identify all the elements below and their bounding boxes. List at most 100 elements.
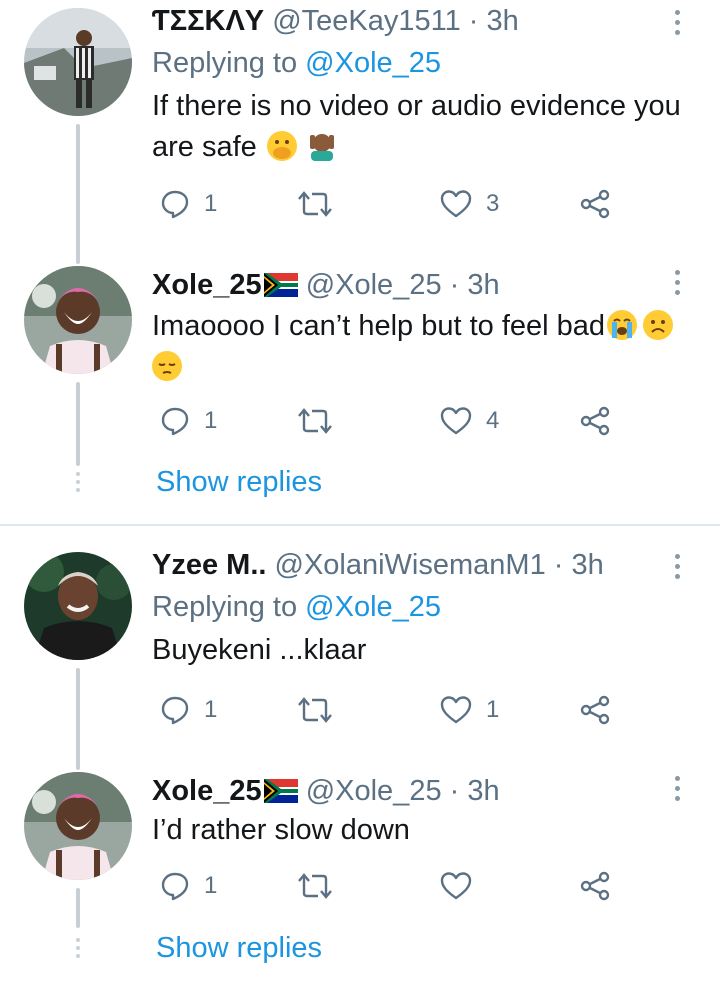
tweet-header: Xole_25 @Xole_25 · 3h	[152, 774, 500, 811]
thread-line	[76, 668, 80, 770]
user-handle[interactable]: @Xole_25	[306, 269, 442, 301]
avatar[interactable]	[24, 552, 132, 660]
reply-icon	[161, 696, 189, 725]
tweet-actions: 1 1	[152, 690, 632, 730]
conversation-divider	[0, 524, 720, 526]
show-replies-link[interactable]: Show replies	[156, 466, 322, 499]
share-icon	[580, 871, 610, 901]
tweet-header: ƬΣΣKΛY @TeeKay1511 · 3h	[152, 4, 519, 38]
heart-icon	[440, 407, 472, 435]
share-button[interactable]	[580, 401, 610, 441]
retweet-button[interactable]	[298, 401, 346, 441]
share-icon	[580, 695, 610, 725]
tweet-actions: 1 3	[152, 184, 632, 224]
share-icon	[580, 189, 610, 219]
crying-face-emoji	[607, 310, 638, 340]
pensive-face-emoji	[152, 351, 182, 381]
share-button[interactable]	[580, 866, 610, 906]
display-name[interactable]: Xole_25	[152, 775, 262, 807]
share-icon	[580, 406, 610, 436]
tweet-text-content: Imaoooo I can’t help but to feel bad	[152, 310, 606, 342]
heart-icon	[440, 696, 472, 724]
tweet-text: Imaoooo I can’t help but to feel bad	[152, 306, 702, 388]
tweet-text: If there is no video or audio evidence y…	[152, 86, 702, 168]
like-button[interactable]: 4	[440, 401, 499, 441]
south-africa-flag-icon	[263, 271, 298, 305]
tweet-text-content: Buyekeni ...klaar	[152, 634, 367, 666]
reply-count: 1	[204, 696, 218, 723]
thread-line	[76, 124, 80, 264]
timestamp[interactable]: 3h	[487, 5, 519, 37]
user-handle[interactable]: @XolaniWisemanM1	[275, 549, 546, 581]
retweet-button[interactable]	[298, 866, 346, 906]
like-count: 4	[486, 407, 500, 434]
separator: ·	[441, 775, 468, 807]
reply-icon	[161, 872, 189, 901]
tweet-text: I’d rather slow down	[152, 810, 702, 851]
retweet-icon	[298, 408, 332, 434]
avatar[interactable]	[24, 8, 132, 116]
reply-count: 1	[204, 190, 218, 217]
reply-icon	[161, 190, 189, 219]
replying-to-prefix: Replying to	[152, 591, 306, 623]
user-handle[interactable]: @TeeKay1511	[272, 5, 461, 37]
tweet-header: Yzee M.. @XolaniWisemanM1 · 3h	[152, 548, 604, 582]
avatar[interactable]	[24, 266, 132, 374]
retweet-icon	[298, 191, 332, 217]
more-options-icon[interactable]	[672, 270, 682, 300]
reply-count: 1	[204, 407, 218, 434]
like-button[interactable]: 1	[440, 690, 499, 730]
separator: ·	[545, 549, 572, 581]
separator: ·	[460, 5, 487, 37]
reply-button[interactable]: 1	[160, 401, 217, 441]
tweet-text: Buyekeni ...klaar	[152, 630, 702, 671]
thread-line	[76, 382, 80, 466]
mention-link[interactable]: @Xole_25	[305, 47, 441, 79]
tweet-actions: 1 4	[152, 401, 632, 441]
reply-button[interactable]: 1	[160, 866, 217, 906]
retweet-button[interactable]	[298, 690, 346, 730]
heart-icon	[440, 872, 472, 900]
timestamp[interactable]: 3h	[571, 549, 603, 581]
heart-icon	[440, 190, 472, 218]
like-button[interactable]: 3	[440, 184, 499, 224]
replying-to: Replying to @Xole_25	[152, 590, 441, 624]
show-replies-link[interactable]: Show replies	[156, 932, 322, 965]
timestamp[interactable]: 3h	[467, 775, 499, 807]
more-options-icon[interactable]	[672, 776, 682, 806]
frowning-face-emoji	[643, 310, 674, 340]
replying-to-prefix: Replying to	[152, 47, 306, 79]
share-button[interactable]	[580, 690, 610, 730]
reply-button[interactable]: 1	[160, 184, 217, 224]
like-count: 3	[486, 190, 500, 217]
tweet-text-content: If there is no video or audio evidence y…	[152, 90, 681, 163]
timestamp[interactable]: 3h	[467, 269, 499, 301]
facepalm-emoji	[307, 131, 337, 161]
replying-to: Replying to @Xole_25	[152, 46, 441, 80]
reply-button[interactable]: 1	[160, 690, 217, 730]
reply-icon	[161, 407, 189, 436]
hand-over-mouth-emoji	[266, 131, 297, 161]
more-options-icon[interactable]	[672, 554, 682, 584]
display-name[interactable]: Xole_25	[152, 269, 262, 301]
south-africa-flag-icon	[263, 777, 298, 811]
separator: ·	[441, 269, 468, 301]
thread-dots	[76, 472, 80, 496]
display-name[interactable]: Yzee M..	[152, 549, 266, 581]
thread-dots	[76, 938, 80, 962]
like-button[interactable]	[440, 866, 486, 906]
tweet-header: Xole_25 @Xole_25 · 3h	[152, 268, 500, 305]
retweet-icon	[298, 873, 332, 899]
share-button[interactable]	[580, 184, 610, 224]
like-count: 1	[486, 696, 500, 723]
display-name[interactable]: ƬΣΣKΛY	[152, 5, 264, 37]
retweet-button[interactable]	[298, 184, 346, 224]
mention-link[interactable]: @Xole_25	[305, 591, 441, 623]
tweet-text-content: I’d rather slow down	[152, 814, 410, 846]
reply-count: 1	[204, 872, 218, 899]
avatar[interactable]	[24, 772, 132, 880]
tweet-actions: 1	[152, 866, 632, 906]
thread-line	[76, 888, 80, 928]
user-handle[interactable]: @Xole_25	[306, 775, 442, 807]
more-options-icon[interactable]	[672, 10, 682, 40]
